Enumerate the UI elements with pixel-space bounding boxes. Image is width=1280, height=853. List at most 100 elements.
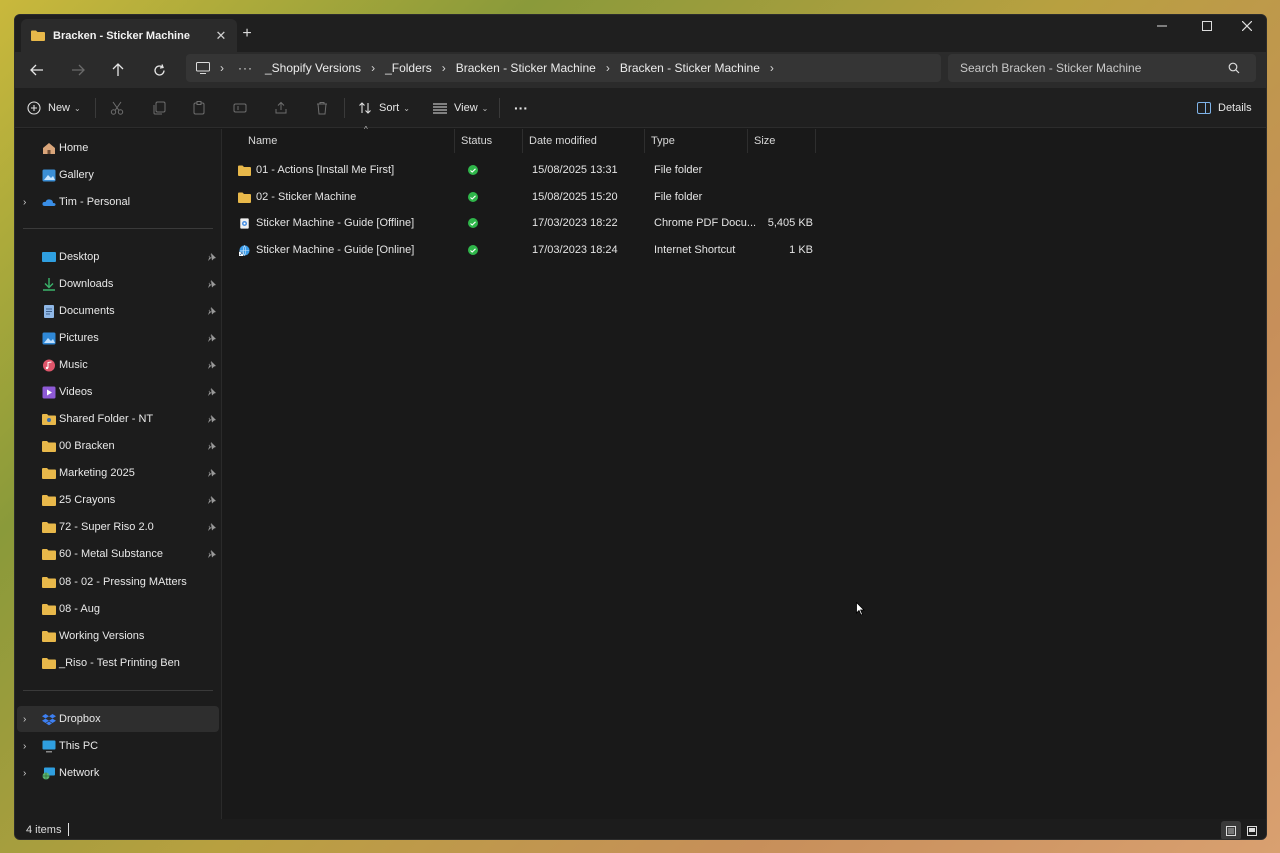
column-header-size[interactable]: Size xyxy=(748,129,816,153)
breadcrumb-item[interactable]: Bracken - Sticker Machine xyxy=(456,61,596,75)
view-button[interactable]: View ⌄ xyxy=(433,96,488,120)
sidebar-item-60-metal-substance[interactable]: 60 - Metal Substance xyxy=(17,541,219,567)
up-button[interactable] xyxy=(106,58,130,82)
sidebar-item-music[interactable]: Music xyxy=(17,352,219,378)
sidebar-item-dropbox[interactable]: › Dropbox xyxy=(17,706,219,732)
column-header-date-modified[interactable]: Date modified xyxy=(523,129,645,153)
sort-button[interactable]: Sort ⌄ xyxy=(358,96,410,120)
pin-icon xyxy=(208,334,216,342)
rename-button[interactable] xyxy=(233,96,247,120)
sidebar-item-label: Working Versions xyxy=(59,630,145,642)
breadcrumb-chevron-icon[interactable]: › xyxy=(220,61,224,75)
back-button[interactable] xyxy=(25,58,49,82)
search-box[interactable]: Search Bracken - Sticker Machine xyxy=(948,54,1256,82)
title-bar: Bracken - Sticker Machine ✕ + xyxy=(15,15,1266,52)
table-row[interactable]: Sticker Machine - Guide [Online] 17/03/2… xyxy=(232,237,822,263)
breadcrumb-overflow-button[interactable]: ··· xyxy=(238,61,253,75)
sidebar-item-home[interactable]: Home xyxy=(17,135,219,161)
chevron-right-icon[interactable]: › xyxy=(23,768,26,779)
sidebar-item-documents[interactable]: Documents xyxy=(17,298,219,324)
breadcrumb-item[interactable]: _Folders xyxy=(385,61,432,75)
table-row[interactable]: Sticker Machine - Guide [Offline] 17/03/… xyxy=(232,210,822,236)
details-view-icon xyxy=(1226,825,1236,836)
column-header-name[interactable]: Name ^ xyxy=(242,125,455,153)
sidebar-item-00-bracken[interactable]: 00 Bracken xyxy=(17,433,219,459)
column-header-type[interactable]: Type xyxy=(645,129,748,153)
sidebar-item-pressing-matters[interactable]: 08 - 02 - Pressing MAtters xyxy=(17,569,219,595)
details-pane-button[interactable]: Details xyxy=(1197,96,1252,120)
navigation-bar: › ··· _Shopify Versions › _Folders › Bra… xyxy=(15,52,1266,88)
file-name: Sticker Machine - Guide [Offline] xyxy=(256,217,415,229)
date-cell: 15/08/2025 13:31 xyxy=(532,164,618,176)
file-name-cell: 02 - Sticker Machine xyxy=(238,184,356,210)
pin-icon xyxy=(208,523,216,531)
chevron-right-icon[interactable]: › xyxy=(23,741,26,752)
folder-icon xyxy=(42,630,56,642)
paste-button[interactable] xyxy=(192,96,206,120)
sidebar-item-working-versions[interactable]: Working Versions xyxy=(17,623,219,649)
folder-icon xyxy=(42,603,56,615)
folder-icon xyxy=(42,467,56,479)
search-input[interactable]: Search Bracken - Sticker Machine xyxy=(960,61,1228,75)
breadcrumb-item[interactable]: Bracken - Sticker Machine xyxy=(620,61,760,75)
sidebar-item-this-pc[interactable]: › This PC xyxy=(17,733,219,759)
breadcrumb-chevron-icon[interactable]: › xyxy=(442,61,446,75)
maximize-button[interactable] xyxy=(1187,15,1227,37)
sidebar-item-label: 08 - 02 - Pressing MAtters xyxy=(59,576,187,588)
sidebar-item-pictures[interactable]: Pictures xyxy=(17,325,219,351)
close-tab-icon[interactable]: ✕ xyxy=(211,28,231,44)
date-cell: 17/03/2023 18:24 xyxy=(532,244,618,256)
copy-button[interactable] xyxy=(152,96,166,120)
folder-icon xyxy=(42,657,56,669)
details-view-button[interactable] xyxy=(1221,821,1241,839)
delete-button[interactable] xyxy=(315,96,329,120)
sidebar-item-08-aug[interactable]: 08 - Aug xyxy=(17,596,219,622)
cut-button[interactable] xyxy=(110,96,124,120)
large-icons-view-button[interactable] xyxy=(1242,821,1262,839)
forward-button[interactable] xyxy=(66,58,90,82)
close-window-button[interactable] xyxy=(1227,15,1266,37)
column-header-status[interactable]: Status xyxy=(455,129,523,153)
table-row[interactable]: 02 - Sticker Machine 15/08/2025 15:20 Fi… xyxy=(232,184,822,210)
sidebar-item-72-super-riso[interactable]: 72 - Super Riso 2.0 xyxy=(17,514,219,540)
more-options-button[interactable]: ··· xyxy=(514,96,528,120)
minimize-button[interactable] xyxy=(1142,15,1182,37)
sidebar-item-desktop[interactable]: Desktop xyxy=(17,244,219,270)
onedrive-icon xyxy=(42,198,56,206)
sidebar-item-riso-test-printing[interactable]: _Riso - Test Printing Ben xyxy=(17,650,219,676)
chevron-down-icon: ⌄ xyxy=(403,103,410,113)
details-label: Details xyxy=(1218,102,1252,114)
sidebar-item-network[interactable]: › Network xyxy=(17,760,219,786)
sidebar-item-tim-personal[interactable]: › Tim - Personal xyxy=(17,189,219,215)
scissors-icon xyxy=(110,101,124,115)
sidebar-item-label: Shared Folder - NT xyxy=(59,413,154,425)
sidebar-item-downloads[interactable]: Downloads xyxy=(17,271,219,297)
sidebar-item-shared-folder[interactable]: Shared Folder - NT xyxy=(17,406,219,432)
item-count: 4 items xyxy=(26,824,62,836)
mouse-cursor-icon xyxy=(856,602,865,616)
breadcrumb-chevron-icon[interactable]: › xyxy=(770,61,774,75)
chevron-right-icon[interactable]: › xyxy=(23,714,26,725)
sidebar-item-gallery[interactable]: Gallery xyxy=(17,162,219,188)
sidebar-item-marketing-2025[interactable]: Marketing 2025 xyxy=(17,460,219,486)
sidebar-item-videos[interactable]: Videos xyxy=(17,379,219,405)
file-explorer-window: Bracken - Sticker Machine ✕ + › ··· _Sho… xyxy=(14,14,1267,840)
active-tab[interactable]: Bracken - Sticker Machine ✕ xyxy=(21,19,237,52)
file-name: 01 - Actions [Install Me First] xyxy=(256,164,395,176)
pin-icon xyxy=(208,388,216,396)
table-row[interactable]: 01 - Actions [Install Me First] 15/08/20… xyxy=(232,157,822,183)
sidebar-item-25-crayons[interactable]: 25 Crayons xyxy=(17,487,219,513)
arrow-right-icon xyxy=(72,64,85,76)
breadcrumb-chevron-icon[interactable]: › xyxy=(371,61,375,75)
new-tab-button[interactable]: + xyxy=(237,24,257,44)
sync-ok-icon xyxy=(468,245,478,255)
new-button[interactable]: New ⌄ xyxy=(27,96,81,120)
address-bar[interactable]: › ··· _Shopify Versions › _Folders › Bra… xyxy=(186,54,941,82)
breadcrumb-item[interactable]: _Shopify Versions xyxy=(265,61,361,75)
breadcrumb-chevron-icon[interactable]: › xyxy=(606,61,610,75)
refresh-button[interactable] xyxy=(147,58,171,82)
search-icon xyxy=(1228,62,1240,74)
details-pane-icon xyxy=(1197,102,1211,114)
share-button[interactable] xyxy=(274,96,288,120)
chevron-right-icon[interactable]: › xyxy=(23,197,26,208)
